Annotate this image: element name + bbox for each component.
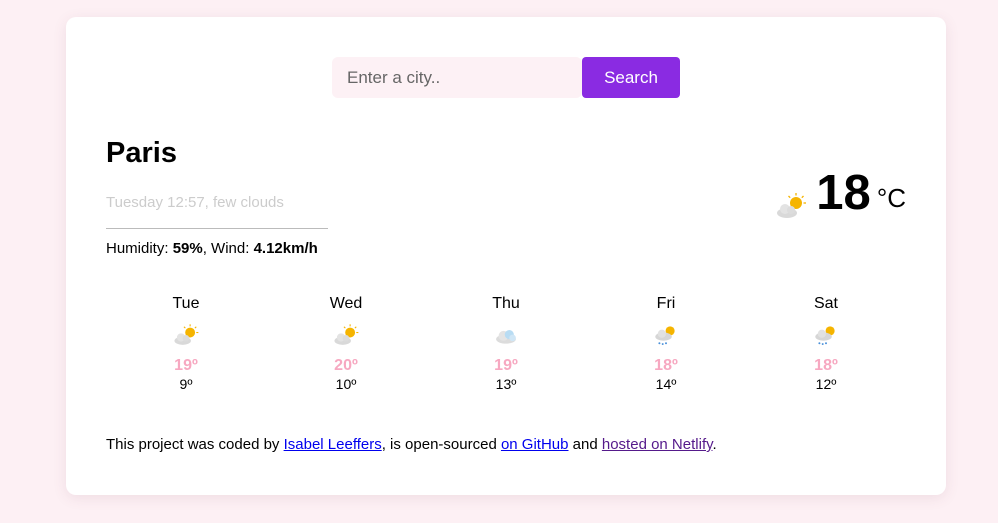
few-clouds-icon [172,322,200,348]
city-search-input[interactable] [332,57,582,98]
temperature-unit: °C [876,183,906,213]
city-name: Paris [106,137,177,169]
forecast-min-temp: 14º [655,376,677,392]
weather-card: Search Paris Tuesday 12:57, few clouds H… [66,17,946,495]
rain-icon [812,322,840,348]
netlify-link[interactable]: hosted on Netlify [602,436,713,453]
forecast-day-name: Sat [813,295,838,312]
forecast-min-temp: 9º [179,376,193,392]
date-description: Tuesday 12:57, few clouds [106,194,284,211]
forecast-day: Wed 20º 10º [266,294,426,393]
weather-details: Humidity: 59%, Wind: 4.12km/h [106,240,318,257]
divider [106,228,328,229]
temperature-value: 18 [816,166,871,220]
footer-text: . [712,436,717,453]
cloud-icon [492,322,520,348]
forecast-day: Fri 18º 14º [586,294,746,393]
author-link[interactable]: Isabel Leeffers [284,436,382,453]
humidity-label: Humidity: [106,240,173,257]
rain-icon [652,322,680,348]
forecast-day-name: Tue [172,295,200,312]
forecast-min-temp: 10º [335,376,357,392]
forecast-max-temp: 19º [494,357,518,374]
search-button[interactable]: Search [582,57,680,98]
few-clouds-icon [332,322,360,348]
wind-label: , Wind: [202,240,254,257]
forecast-max-temp: 18º [654,357,678,374]
wind-value: 4.12km/h [253,240,318,257]
forecast-max-temp: 20º [334,357,358,374]
current-temperature: 18 °C [774,163,906,223]
forecast-min-temp: 12º [815,376,837,392]
forecast-day-name: Fri [656,295,676,312]
footer-text: and [568,436,602,453]
forecast-max-temp: 18º [814,357,838,374]
humidity-value: 59% [172,240,203,257]
footer-text: , is open-sourced [381,436,501,453]
forecast-max-temp: 19º [174,357,198,374]
forecast-day: Sat 18º 12º [746,294,906,393]
footer-text: This project was coded by [106,436,284,453]
forecast-day: Tue 19º 9º [106,294,266,393]
footer: This project was coded by Isabel Leeffer… [106,436,717,453]
forecast: Tue 19º 9º Wed 20º 10º Thu 19º 13º Fri 1… [106,294,906,393]
few-clouds-icon [774,191,808,221]
forecast-day-name: Thu [492,295,520,312]
search-form: Search [332,57,680,98]
forecast-day-name: Wed [329,295,363,312]
forecast-day: Thu 19º 13º [426,294,586,393]
github-link[interactable]: on GitHub [501,436,569,453]
forecast-min-temp: 13º [495,376,517,392]
